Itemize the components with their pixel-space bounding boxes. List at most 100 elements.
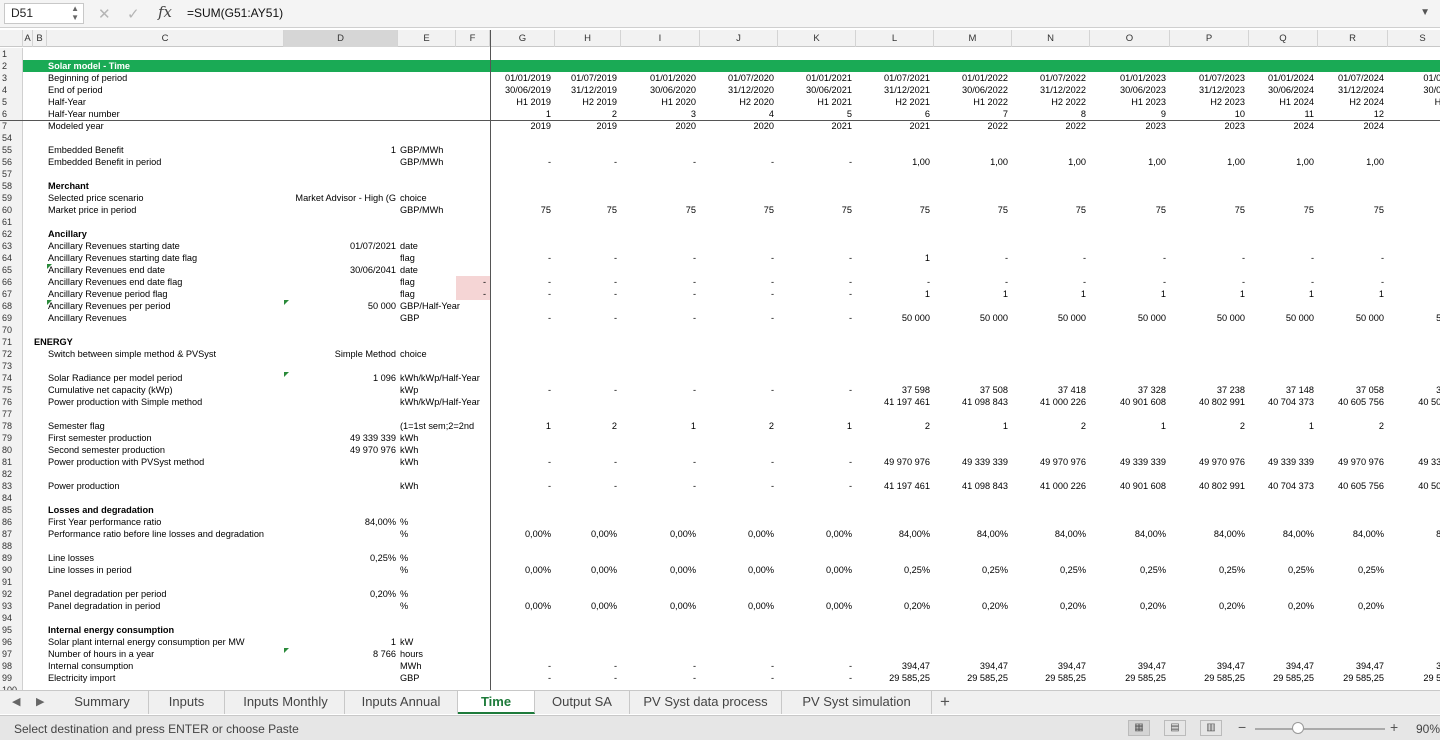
- cell-s81[interactable]: 49 339 3: [1390, 456, 1440, 468]
- cell-q75[interactable]: 37 148: [1251, 384, 1314, 396]
- row-header[interactable]: 6: [0, 108, 23, 120]
- cell-e76[interactable]: kWh/kWp/Half-Year: [400, 396, 550, 408]
- formula-input[interactable]: =SUM(G51:AY51): [187, 6, 283, 20]
- cell-r5[interactable]: H2 2024: [1320, 96, 1384, 108]
- cell-m67[interactable]: 1: [936, 288, 1008, 300]
- row-header[interactable]: 57: [0, 168, 23, 180]
- cell-o87[interactable]: 84,00%: [1092, 528, 1166, 540]
- cell-n81[interactable]: 49 970 976: [1014, 456, 1086, 468]
- column-header-o[interactable]: O: [1090, 30, 1170, 47]
- cell-i99[interactable]: -: [623, 672, 696, 684]
- cell-j87[interactable]: 0,00%: [702, 528, 774, 540]
- row-header[interactable]: 7: [0, 120, 23, 132]
- cell-k67[interactable]: -: [780, 288, 852, 300]
- row-header[interactable]: 4: [0, 84, 23, 96]
- sheet-tab-summary[interactable]: Summary: [56, 691, 149, 714]
- cell-s98[interactable]: 394,: [1390, 660, 1440, 672]
- cell-l75[interactable]: 37 598: [858, 384, 930, 396]
- cell-e55[interactable]: GBP/MWh: [400, 144, 550, 156]
- cell-i4[interactable]: 30/06/2020: [623, 84, 696, 96]
- row-header[interactable]: 80: [0, 444, 23, 456]
- cell-q56[interactable]: 1,00: [1251, 156, 1314, 168]
- sheet-tab-inputs-monthly[interactable]: Inputs Monthly: [227, 691, 345, 714]
- cell-h98[interactable]: -: [557, 660, 617, 672]
- row-header[interactable]: 78: [0, 420, 23, 432]
- cell-j60[interactable]: 75: [702, 204, 774, 216]
- row-header[interactable]: 61: [0, 216, 23, 228]
- cell-c60[interactable]: Market price in period: [48, 204, 279, 216]
- cell-k69[interactable]: -: [780, 312, 852, 324]
- cell-c78[interactable]: Semester flag: [48, 420, 279, 432]
- cell-p56[interactable]: 1,00: [1172, 156, 1245, 168]
- cell-c75[interactable]: Cumulative net capacity (kWp): [48, 384, 279, 396]
- comment-indicator-icon[interactable]: [47, 300, 52, 305]
- cell-q87[interactable]: 84,00%: [1251, 528, 1314, 540]
- row-header[interactable]: 74: [0, 372, 23, 384]
- cell-h83[interactable]: -: [557, 480, 617, 492]
- row-header[interactable]: 68: [0, 300, 23, 312]
- cell-g87[interactable]: 0,00%: [493, 528, 551, 540]
- sheet-tab-output-sa[interactable]: Output SA: [535, 691, 630, 714]
- cell-m69[interactable]: 50 000: [936, 312, 1008, 324]
- cell-r75[interactable]: 37 058: [1320, 384, 1384, 396]
- cell-n69[interactable]: 50 000: [1014, 312, 1086, 324]
- cell-m6[interactable]: 7: [936, 108, 1008, 120]
- cell-g93[interactable]: 0,00%: [493, 600, 551, 612]
- cell-l5[interactable]: H2 2021: [858, 96, 930, 108]
- cell-n6[interactable]: 8: [1014, 108, 1086, 120]
- cell-l69[interactable]: 50 000: [858, 312, 930, 324]
- cell-c99[interactable]: Electricity import: [48, 672, 279, 684]
- row-header[interactable]: 62: [0, 228, 23, 240]
- column-header-i[interactable]: I: [621, 30, 700, 47]
- cell-d96[interactable]: 1: [144, 636, 396, 648]
- confirm-icon[interactable]: ✓: [127, 5, 140, 23]
- cell-i81[interactable]: -: [623, 456, 696, 468]
- cell-l81[interactable]: 49 970 976: [858, 456, 930, 468]
- cell-g6[interactable]: 1: [493, 108, 551, 120]
- cell-p66[interactable]: -: [1172, 276, 1245, 288]
- cell-m98[interactable]: 394,47: [936, 660, 1008, 672]
- row-header[interactable]: 64: [0, 252, 23, 264]
- cell-g4[interactable]: 30/06/2019: [493, 84, 551, 96]
- cell-n93[interactable]: 0,20%: [1014, 600, 1086, 612]
- row-header[interactable]: 91: [0, 576, 23, 588]
- column-header-g[interactable]: G: [491, 30, 555, 47]
- cell-g56[interactable]: -: [493, 156, 551, 168]
- row-header[interactable]: 65: [0, 264, 23, 276]
- cell-p6[interactable]: 10: [1172, 108, 1245, 120]
- cell-r93[interactable]: 0,20%: [1320, 600, 1384, 612]
- page-break-view-icon[interactable]: ▥: [1200, 720, 1222, 736]
- cell-o60[interactable]: 75: [1092, 204, 1166, 216]
- cell-s93[interactable]: 0,2: [1390, 600, 1440, 612]
- row-header[interactable]: 3: [0, 72, 23, 84]
- cell-m4[interactable]: 30/06/2022: [936, 84, 1008, 96]
- cell-c3[interactable]: Beginning of period: [48, 72, 279, 84]
- cell-q5[interactable]: H1 2024: [1251, 96, 1314, 108]
- cell-m56[interactable]: 1,00: [936, 156, 1008, 168]
- column-header-a[interactable]: A: [23, 30, 33, 47]
- cell-p78[interactable]: 2: [1172, 420, 1245, 432]
- cell-q4[interactable]: 30/06/2024: [1251, 84, 1314, 96]
- cell-i83[interactable]: -: [623, 480, 696, 492]
- cell-i7[interactable]: 2020: [623, 120, 696, 132]
- row-header[interactable]: 75: [0, 384, 23, 396]
- cell-n60[interactable]: 75: [1014, 204, 1086, 216]
- cell-o76[interactable]: 40 901 608: [1092, 396, 1166, 408]
- column-header-e[interactable]: E: [398, 30, 456, 47]
- cell-p64[interactable]: -: [1172, 252, 1245, 264]
- row-header[interactable]: 82: [0, 468, 23, 480]
- cell-n67[interactable]: 1: [1014, 288, 1086, 300]
- cell-f67[interactable]: -: [458, 288, 486, 300]
- row-header[interactable]: 72: [0, 348, 23, 360]
- row-header[interactable]: 94: [0, 612, 23, 624]
- cell-g99[interactable]: -: [493, 672, 551, 684]
- cell-g7[interactable]: 2019: [493, 120, 551, 132]
- cell-q7[interactable]: 2024: [1251, 120, 1314, 132]
- cell-o93[interactable]: 0,20%: [1092, 600, 1166, 612]
- cell-e86[interactable]: %: [400, 516, 550, 528]
- cell-r6[interactable]: 12: [1320, 108, 1384, 120]
- cell-c85[interactable]: Losses and degradation: [48, 504, 279, 516]
- cell-d59[interactable]: Market Advisor - High (G: [144, 192, 396, 204]
- row-header[interactable]: 95: [0, 624, 23, 636]
- cell-d68[interactable]: 50 000: [144, 300, 396, 312]
